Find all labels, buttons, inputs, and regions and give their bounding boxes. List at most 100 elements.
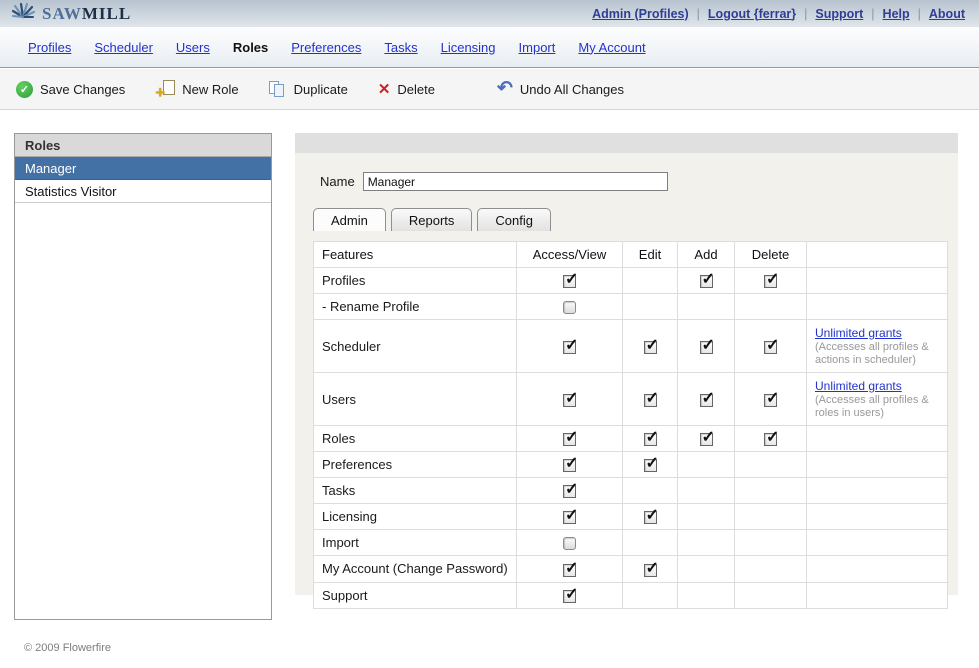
delete-cell [735,373,807,426]
access-checkbox[interactable] [563,341,576,354]
table-row: Scheduler Unlimited grants(Accesses all p… [314,320,948,373]
nav-item-my-account[interactable]: My Account [578,40,645,55]
edit-cell [623,504,678,530]
access-checkbox[interactable] [563,394,576,407]
top-bar: SAWMILL Admin (Profiles) | Logout {ferrar}… [0,0,979,27]
sidebar-item-manager[interactable]: Manager [15,157,271,180]
grants-note-text: (Accesses all profiles & roles in users) [815,394,939,420]
feature-cell: Preferences [314,452,517,478]
undo-all-changes-button[interactable]: ↶Undo All Changes [497,80,624,98]
access-checkbox[interactable] [563,459,576,472]
toolbar-button-label: Save Changes [40,82,125,97]
grants-note-text: (Accesses all profiles & actions in sche… [815,341,939,367]
delete-button[interactable]: ✕ Delete [378,82,435,97]
access-cell [517,294,623,320]
sidebar-item-statistics-visitor[interactable]: Statistics Visitor [15,180,271,203]
undo-arrow-icon: ↶ [497,80,513,98]
edit-checkbox[interactable] [644,459,657,472]
delete-checkbox[interactable] [764,275,777,288]
delete-cell [735,504,807,530]
edit-checkbox[interactable] [644,433,657,446]
tab-admin[interactable]: Admin [313,208,386,231]
sawmill-logo: SAWMILL [10,2,131,26]
access-cell [517,452,623,478]
access-checkbox[interactable] [563,564,576,577]
logo-text: SAWMILL [42,4,131,24]
edit-checkbox[interactable] [644,511,657,524]
editor-tabs: AdminReportsConfig [313,208,551,231]
toolbar-button-label: New Role [182,82,238,97]
toolbar: ✓Save Changes +New Role Duplicate ✕ Delete ↶U… [0,69,979,110]
header-link-about[interactable]: About [929,7,965,21]
access-cell [517,504,623,530]
palm-leaf-icon [10,2,36,26]
red-x-icon: ✕ [378,82,391,97]
add-cell [678,478,735,504]
edit-cell [623,268,678,294]
access-checkbox[interactable] [563,537,576,550]
tab-reports[interactable]: Reports [391,208,473,231]
edit-checkbox[interactable] [644,564,657,577]
nav-item-preferences[interactable]: Preferences [291,40,361,55]
access-checkbox[interactable] [563,301,576,314]
add-checkbox[interactable] [700,394,713,407]
edit-checkbox[interactable] [644,341,657,354]
column-header-access-view: Access/View [517,242,623,268]
toolbar-button-label: Delete [397,82,435,97]
roles-sidebar: Roles ManagerStatistics Visitor [14,133,272,620]
note-cell [807,478,948,504]
edit-checkbox[interactable] [644,394,657,407]
header-link-separator: | [871,7,874,21]
access-cell [517,530,623,556]
column-header-features: Features [314,242,517,268]
nav-item-users[interactable]: Users [176,40,210,55]
table-row: - Rename Profile [314,294,948,320]
new-role-button[interactable]: +New Role [155,80,238,98]
edit-cell [623,582,678,608]
edit-cell [623,478,678,504]
delete-checkbox[interactable] [764,341,777,354]
add-cell [678,373,735,426]
main-nav: ProfilesSchedulerUsersRolesPreferencesTa… [0,27,979,68]
column-header-edit: Edit [623,242,678,268]
access-checkbox[interactable] [563,590,576,603]
unlimited-grants-link[interactable]: Unlimited grants [815,326,902,340]
role-name-input[interactable] [363,172,668,191]
delete-checkbox[interactable] [764,394,777,407]
table-row: My Account (Change Password) [314,556,948,582]
nav-item-tasks[interactable]: Tasks [384,40,417,55]
add-checkbox[interactable] [700,433,713,446]
header-link-help[interactable]: Help [883,7,910,21]
edit-cell [623,320,678,373]
delete-checkbox[interactable] [764,433,777,446]
add-checkbox[interactable] [700,275,713,288]
nav-item-profiles[interactable]: Profiles [28,40,71,55]
add-checkbox[interactable] [700,341,713,354]
delete-cell [735,582,807,608]
nav-item-licensing[interactable]: Licensing [441,40,496,55]
access-checkbox[interactable] [563,511,576,524]
header-link-admin-profiles[interactable]: Admin (Profiles) [592,7,689,21]
access-cell [517,320,623,373]
access-checkbox[interactable] [563,275,576,288]
access-checkbox[interactable] [563,485,576,498]
nav-item-import[interactable]: Import [519,40,556,55]
access-cell [517,478,623,504]
delete-cell [735,426,807,452]
duplicate-button[interactable]: Duplicate [269,81,348,98]
header-link-support[interactable]: Support [815,7,863,21]
table-row: Profiles [314,268,948,294]
save-changes-button[interactable]: ✓Save Changes [16,81,125,98]
delete-cell [735,452,807,478]
access-checkbox[interactable] [563,433,576,446]
add-cell [678,530,735,556]
table-row: Roles [314,426,948,452]
unlimited-grants-link[interactable]: Unlimited grants [815,379,902,393]
feature-cell: Import [314,530,517,556]
feature-cell: Scheduler [314,320,517,373]
tab-config[interactable]: Config [477,208,551,231]
edit-cell [623,373,678,426]
add-cell [678,582,735,608]
nav-item-scheduler[interactable]: Scheduler [94,40,153,55]
header-link-logout-ferrar[interactable]: Logout {ferrar} [708,7,796,21]
